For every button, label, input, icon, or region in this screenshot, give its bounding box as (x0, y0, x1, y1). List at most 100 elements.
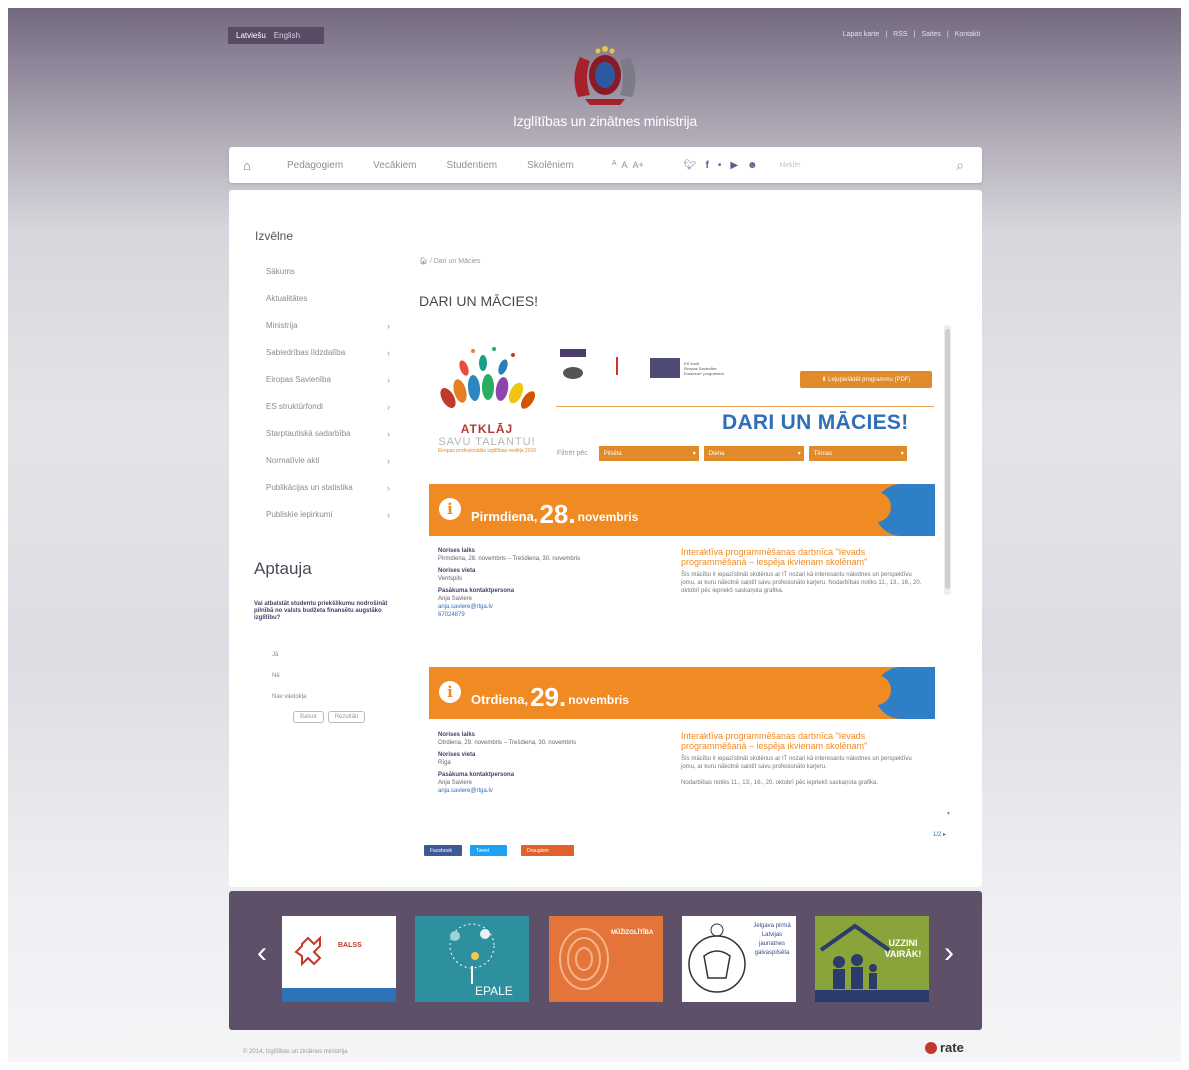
font-normal-button[interactable]: A (621, 160, 627, 170)
sidebar-item-label: Publikācijas un statistika (266, 483, 353, 492)
day-header-1: i Pirmdiena,28. novembris (429, 484, 935, 536)
share-buttons: Facebook Tweet Draugiem (424, 845, 574, 856)
youtube-icon[interactable]: ▶ (730, 160, 738, 171)
filter-topic-select[interactable]: Tēmas ▾ (808, 446, 907, 461)
carousel-tile-epale[interactable]: EPALE (415, 916, 529, 1002)
chevron-right-icon: › (387, 374, 390, 385)
eu-funds-logo: ES fondi Eiropas Savienība Erasmus+ progra… (650, 358, 724, 378)
divider: | (913, 30, 916, 38)
event-details-1: Norises laiks Pirmdiena, 28. novembris –… (438, 548, 581, 619)
rss-link[interactable]: RSS (893, 31, 907, 38)
sitemap-link[interactable]: Lapas karte (843, 31, 880, 38)
chevron-right-icon: › (387, 320, 390, 331)
rate-brand[interactable]: rate (925, 1040, 964, 1055)
vote-button[interactable]: Balsot (293, 711, 324, 723)
sidebar-item[interactable]: Normatīvie akti › (266, 447, 392, 474)
sidebar-item[interactable]: Sākums (266, 258, 392, 285)
divider: | (946, 30, 949, 38)
event-title-link[interactable]: Interaktīva programmēšanas darbnīca "Iev… (681, 547, 926, 567)
tile-label: EPALE (475, 984, 513, 998)
sidebar-item[interactable]: Publikācijas un statistika › (266, 474, 392, 501)
filter-label: Filtrēt pēc (557, 450, 588, 457)
contact-email-link[interactable]: anja.saviere@rtga.lv (438, 603, 580, 611)
day-label: Otrdiena,29. novembris (471, 682, 629, 712)
decorative-blob (861, 484, 935, 536)
slogan-line-2: SAVU TALANTU! (438, 436, 536, 448)
lang-english[interactable]: English (274, 31, 300, 40)
ministry-title: Izglītības un zinātnes ministrija (512, 113, 698, 129)
sidebar-item-label: Sākums (266, 267, 295, 276)
font-larger-button[interactable]: A+ (633, 160, 644, 170)
font-smaller-button[interactable]: A (612, 160, 617, 170)
sidebar-item-label: Ministrija (266, 321, 298, 330)
poll-option-yes[interactable]: Jā (272, 652, 306, 673)
iframe-scrollbar[interactable] (944, 325, 951, 595)
tweet-button[interactable]: Tweet (470, 845, 507, 856)
home-icon[interactable]: ⌂ (243, 158, 259, 173)
sidebar-item-label: ES struktūrfondi (266, 402, 323, 411)
event-title-link[interactable]: Interaktīva programmēšanas darbnīca "Iev… (681, 731, 926, 751)
twitter-icon[interactable]: 🐦︎ (684, 160, 697, 171)
copyright: © 2014, Izglītības un zinātnes ministrij… (243, 1049, 348, 1055)
carousel-prev-button[interactable]: ‹ (257, 936, 267, 970)
social-icons: 🐦︎ f • ▶ ☻ (684, 160, 758, 171)
sidebar-item-label: Publiskie iepirkumi (266, 510, 333, 519)
page-indicator[interactable]: 1/2 ▸ (933, 831, 946, 838)
nav-skoleniem[interactable]: Skolēniem (527, 160, 574, 171)
sidebar-item[interactable]: Eiropas Savienība › (266, 366, 392, 393)
carousel-tile-uzzini[interactable]: UZZINI VAIRĀK! (815, 916, 929, 1002)
coat-of-arms-logo[interactable] (560, 37, 650, 107)
carousel-tile-jelgava[interactable]: Jelgava pirmā Latvijas jaunatnes galvasp… (682, 916, 796, 1002)
carousel-next-button[interactable]: › (944, 936, 954, 970)
draugiem-icon[interactable]: ☻ (747, 160, 758, 171)
tile-label: BALSS (338, 942, 362, 949)
facebook-share-button[interactable]: Facebook (424, 845, 462, 856)
facebook-icon[interactable]: f (705, 160, 708, 171)
sidebar-item-label: Normatīvie akti (266, 456, 320, 465)
search-icon[interactable]: ⌕ (956, 157, 964, 174)
chevron-right-icon: › (387, 482, 390, 493)
flickr-icon[interactable]: • (718, 160, 722, 171)
sidebar-item[interactable]: Publiskie iepirkumi › (266, 501, 392, 528)
poll-options: Jā Nē Nav viedokļa (272, 652, 306, 715)
contact-phone-link[interactable]: 67024879 (438, 611, 580, 619)
event-details-2: Norises laiks Otrdiena, 29. novembris – … (438, 732, 577, 795)
scroll-down-arrow[interactable]: ▼ (946, 811, 951, 817)
poll-option-no[interactable]: Nē (272, 673, 306, 694)
chevron-right-icon: › (387, 509, 390, 520)
nav-pedagogiem[interactable]: Pedagogiem (287, 160, 343, 171)
carousel-tile-muzizglitiba[interactable]: MŪŽIZGLĪTĪBA (549, 916, 663, 1002)
sidebar-title: Izvēlne (255, 229, 294, 243)
rate-logo-icon (925, 1041, 937, 1054)
sidebar-item[interactable]: Ministrija › (266, 312, 392, 339)
language-switcher: Latviešu English (228, 27, 324, 44)
sidebar-item[interactable]: Aktualitātes (266, 285, 392, 312)
partner-logos: ES fondi Eiropas Savienība Erasmus+ progra… (560, 349, 724, 387)
contacts-link[interactable]: Kontakti (955, 31, 980, 38)
filter-city-select[interactable]: Pilsēta ▾ (598, 446, 699, 461)
links-link[interactable]: Saites (921, 31, 940, 38)
poll-question: Vai atbalstāt studentu priekšlikumu nodr… (254, 601, 388, 621)
filter-day-select[interactable]: Diena ▾ (703, 446, 804, 461)
banner-slogan: ATKLĀJ SAVU TALANTU! Eiropas profesionāl… (426, 422, 548, 454)
download-program-button[interactable]: ⬇ Lejupielādēt programmu (PDF) (800, 371, 932, 388)
carousel-tile-balss[interactable]: BALSS (282, 916, 396, 1002)
top-links: Lapas karte | RSS | Saites | Kontakti (818, 27, 980, 41)
sidebar-item[interactable]: Sabiedrības līdzdalība › (266, 339, 392, 366)
nav-vecakiem[interactable]: Vecākiem (373, 160, 416, 171)
sidebar-item[interactable]: Starptautiskā sadarbība › (266, 420, 392, 447)
lang-latvian[interactable]: Latviešu (236, 31, 266, 40)
draugiem-share-button[interactable]: Draugiem (521, 845, 574, 856)
nav-studentiem[interactable]: Studentiem (447, 160, 498, 171)
page-title: DARI UN MĀCIES! (419, 293, 539, 309)
search-input[interactable]: Meklēt (780, 162, 890, 169)
results-button[interactable]: Rezultāti (327, 711, 366, 723)
breadcrumb-current: / Dari un Mācies (429, 258, 481, 265)
info-icon: i (439, 498, 461, 520)
tile-label: UZZINI VAIRĀK! (884, 938, 922, 959)
slogan-line-3: Eiropas profesionālās izglītības nedēļa … (437, 448, 537, 454)
sidebar-item[interactable]: ES struktūrfondi › (266, 393, 392, 420)
contact-email-link[interactable]: anja.saviere@rtga.lv (438, 787, 576, 795)
sidebar-item-label: Eiropas Savienība (266, 375, 331, 384)
home-icon[interactable]: 🏠︎ (419, 258, 428, 265)
